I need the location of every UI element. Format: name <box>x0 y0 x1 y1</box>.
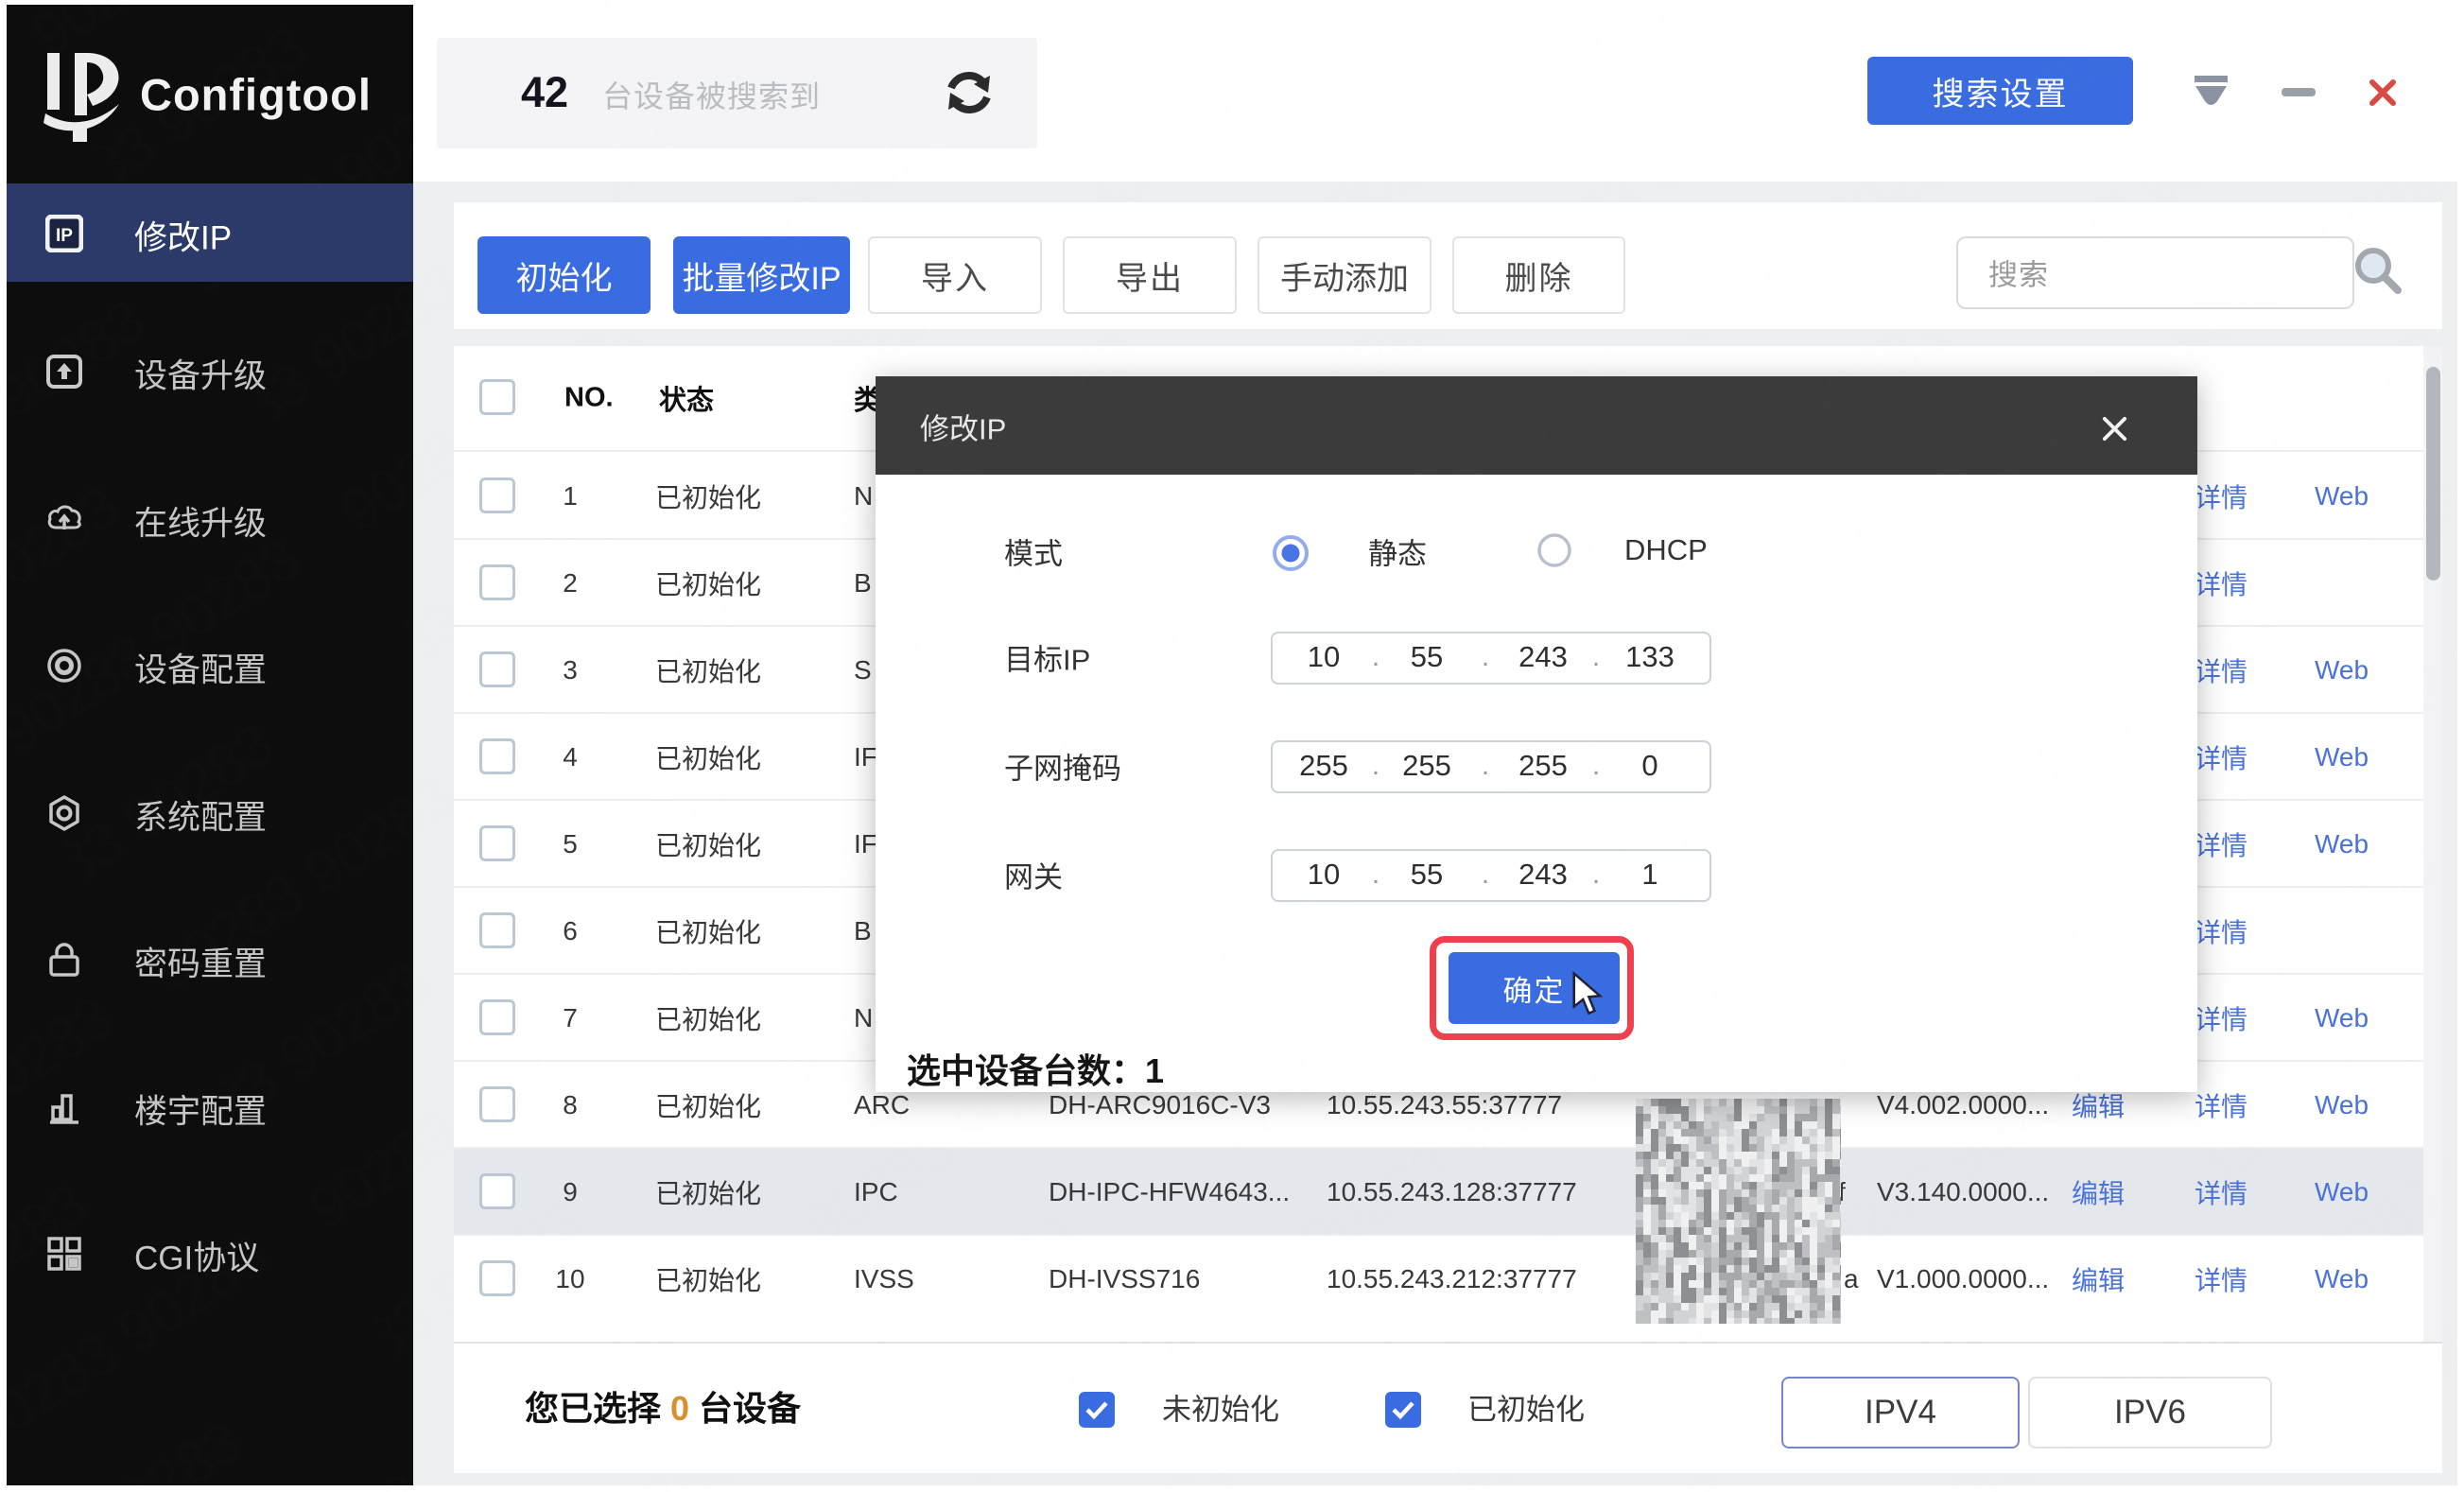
svg-text:IP: IP <box>56 226 73 246</box>
